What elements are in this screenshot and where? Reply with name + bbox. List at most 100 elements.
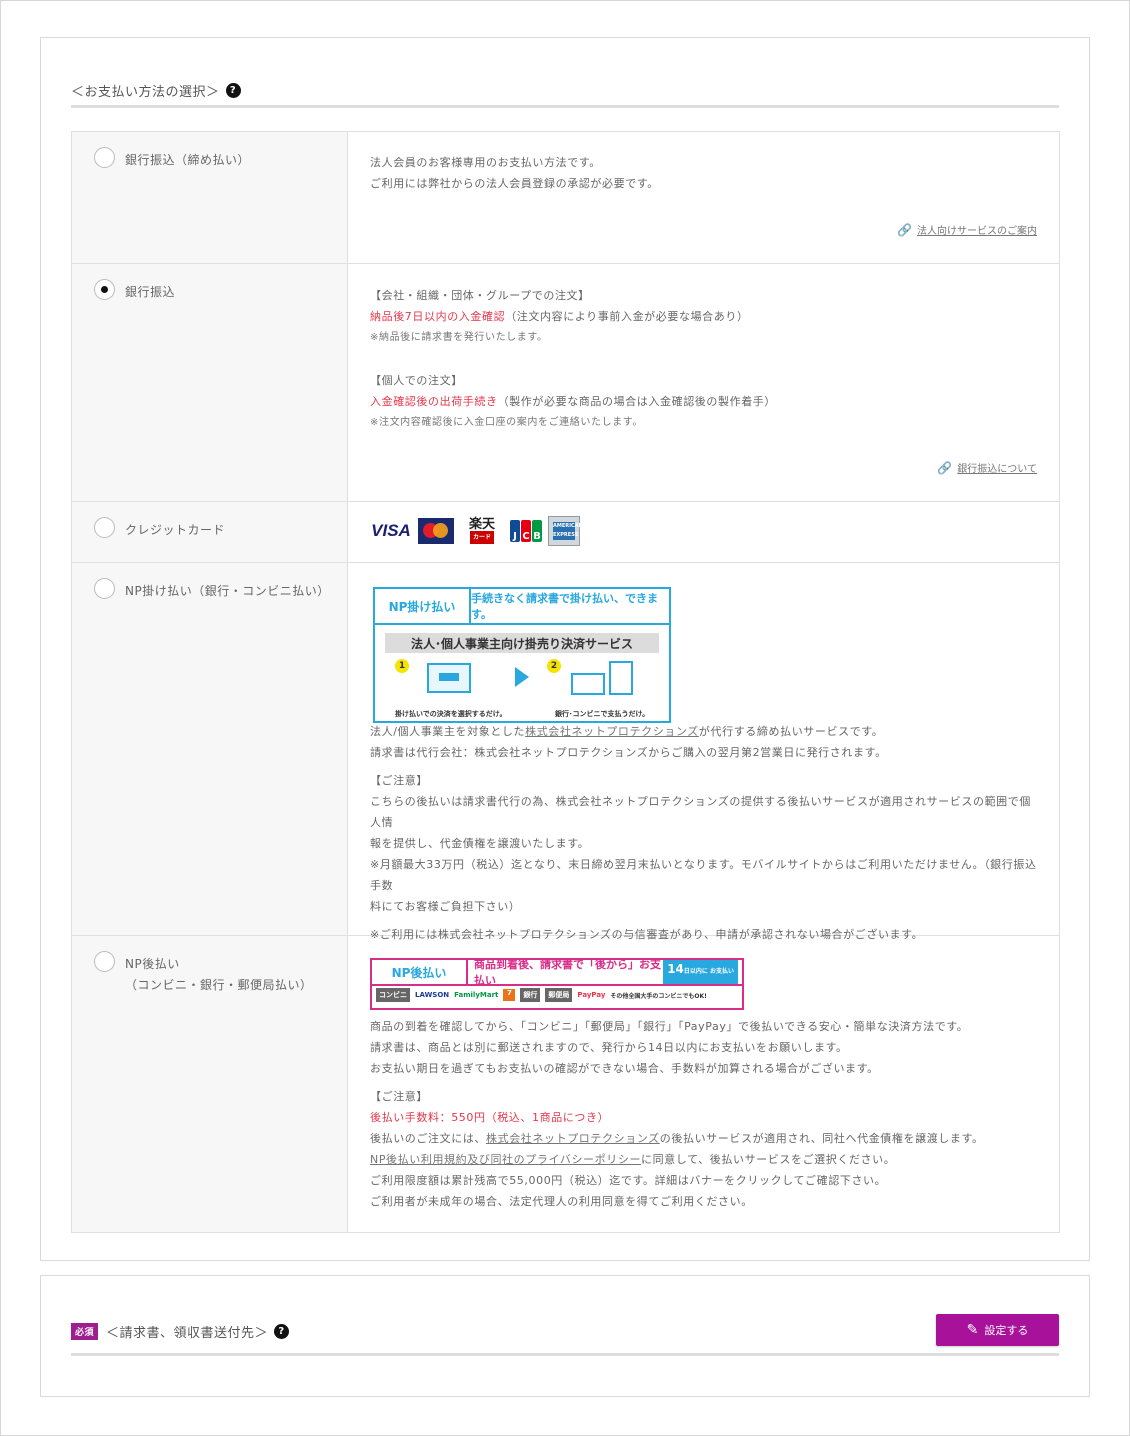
option-description-cell: 【会社・組織・団体・グループでの注文】 納品後7日以内の入金確認（注文内容により… [348,264,1059,501]
set-button[interactable]: ✎ 設定する [936,1314,1059,1346]
seven-eleven-logo: 7 [503,989,516,1001]
notice-title: 【ご注意】 [370,774,428,787]
link-text[interactable]: 法人向けサービスのご案内 [917,222,1037,237]
highlight-text: 入金確認後の出荷手続き [370,395,498,408]
payment-options-table: 銀行振込（締め払い） 法人会員のお客様専用のお支払い方法です。 ご利用には弊社か… [71,131,1060,1233]
radio-np-atobarai[interactable]: NP後払い （コンビニ・銀行・郵便局払い） [94,951,347,996]
notice-line: ご利用者が未成年の場合、法定代理人の利用同意を得てご利用ください。 [370,1195,753,1208]
np-service-bar: 法人･個人事業主向け掛売り決済サービス [385,633,659,653]
notice-title: 【ご注意】 [370,1090,428,1103]
monitor-icon [427,663,471,693]
group-title: 【会社・組織・団体・グループでの注文】 [370,289,590,302]
notice-line: こちらの後払いは請求書代行の為、株式会社ネットプロテクションズの提供する後払いサ… [370,795,1031,829]
radio-bank-closing[interactable]: 銀行振込（締め払い） [94,147,347,171]
np-atobarai-catch: 商品到着後、請求書で「後から」お支払い [474,958,661,987]
group-title: 【個人での注文】 [370,374,463,387]
payment-option-np-atobarai: NP後払い （コンビニ・銀行・郵便局払い） NP後払い 商品到着後、請求書で「後… [72,935,1059,1232]
familymart-logo: FamilyMart [454,991,499,999]
notice-line: 料にてお客様ご負担下さい） [370,900,521,913]
notice-text: に同意して、後払いサービスをご選択ください。 [641,1153,896,1166]
help-icon[interactable]: ? [274,1324,290,1339]
other-convenience-text: その他全国大手のコンビニでもOK! [610,992,707,1000]
radio-label: 銀行振込（締め払い） [125,153,251,167]
convenience-tag: コンビニ [376,988,410,1002]
radio-button[interactable] [94,517,115,538]
required-badge: 必須 [71,1323,99,1340]
jcb-c: C [521,520,531,542]
payment-section-title: ＜お支払い方法の選択＞ ? [71,81,241,100]
radio-label: NP後払い （コンビニ・銀行・郵便局払い） [125,954,313,996]
card-brand-logos: VISA 楽天 カード J C B AMERICAN EXPRESS [370,516,1037,546]
description-text: が代行する締め払いサービスです。 [698,725,884,738]
invoice-section-title: 必須 ＜請求書、領収書送付先＞ ? [71,1322,290,1341]
set-button-label: 設定する [984,1324,1029,1337]
link-icon: 🔗 [897,222,912,237]
description-text: 法人/個人事業主を対象とした [370,725,526,738]
netprotections-link[interactable]: 株式会社ネットプロテクションズ [486,1132,660,1145]
option-label-cell: NP掛け払い（銀行・コンビニ払い） [72,563,348,935]
np-steps: 1 2 掛け払いでの決済を選択するだけ。 銀行･コンビニで支払うだけ。 [375,653,669,718]
days-badge: 14日以内に お支払い [663,960,738,984]
radio-button[interactable] [94,147,115,168]
description-line: 請求書は代行会社：株式会社ネットプロテクションズからご購入の翌月第2営業日に発行… [370,746,887,759]
mastercard-logo [418,518,454,544]
notice-line: ※月額最大33万円（税込）迄となり、末日締め翌月末払いとなります。モバイルサイト… [370,858,1037,892]
option-label-cell: NP後払い （コンビニ・銀行・郵便局払い） [72,936,348,1232]
np-atobarai-banner[interactable]: NP後払い 商品到着後、請求書で「後から」お支払い 14日以内に お支払い コン… [370,958,744,1010]
np-catchcopy: 手続きなく請求書で掛け払い、できます。 [471,592,658,621]
jcb-b: B [532,520,542,542]
step-1-badge: 1 [395,659,409,673]
notice-text: の後払いサービスが適用され、同社へ代金債権を譲渡します。 [659,1132,984,1145]
np-atobarai-logo: NP後払い [372,960,468,984]
radio-button[interactable] [94,578,115,599]
envelope-icon [571,673,605,695]
netprotections-link[interactable]: 株式会社ネットプロテクションズ [525,725,699,738]
radio-credit-card[interactable]: クレジットカード [94,517,347,541]
bank-tag: 銀行 [520,988,541,1002]
radio-button[interactable] [94,951,115,972]
radio-button-checked[interactable] [94,279,115,300]
pencil-icon: ✎ [966,1322,979,1338]
days-number: 14 [667,962,684,976]
option-description-cell: VISA 楽天 カード J C B AMERICAN EXPRESS [348,502,1059,562]
radio-label-line1: NP後払い [125,957,180,971]
radio-bank-transfer[interactable]: 銀行振込 [94,279,347,303]
arrow-right-icon [515,667,529,687]
days-caption: 日以内に お支払い [683,968,734,975]
payment-option-bank-closing: 銀行振込（締め払い） 法人会員のお客様専用のお支払い方法です。 ご利用には弊社か… [72,132,1059,263]
visa-logo: VISA [371,521,411,540]
radio-label: NP掛け払い（銀行・コンビニ払い） [125,584,330,598]
notice-line: ご利用限度額は累計残高で55,000円（税込）迄です。詳細はバナーをクリックして… [370,1174,887,1187]
radio-label-line2: （コンビニ・銀行・郵便局払い） [125,978,313,992]
option-label-cell: クレジットカード [72,502,348,562]
help-icon[interactable]: ? [225,83,241,98]
step-2-badge: 2 [547,659,561,673]
note-text: ※注文内容確認後に入金口座の案内をご連絡いたします。 [370,417,643,428]
description-line: ご利用には弊社からの法人会員登録の承認が必要です。 [370,177,659,190]
invoice-section-title-text: ＜請求書、領収書送付先＞ [106,1326,269,1341]
rakuten-card-logo: 楽天 カード [460,518,504,544]
corporate-service-link[interactable]: 🔗 法人向けサービスのご案内 [897,222,1037,238]
invoice-destination-panel: 必須 ＜請求書、領収書送付先＞ ? ✎ 設定する [40,1275,1090,1397]
link-icon: 🔗 [937,460,953,475]
payment-method-panel: ＜お支払い方法の選択＞ ? 銀行振込（締め払い） 法人会員のお客様専用のお支払い… [40,37,1090,1261]
radio-label: クレジットカード [125,523,226,537]
payment-option-bank-transfer: 銀行振込 【会社・組織・団体・グループでの注文】 納品後7日以内の入金確認（注文… [72,263,1059,501]
step-2-caption: 銀行･コンビニで支払うだけ。 [555,710,650,718]
np-kakebarai-banner[interactable]: NP掛け払い 手続きなく請求書で掛け払い、できます。 法人･個人事業主向け掛売り… [373,587,671,723]
option-label-cell: 銀行振込 [72,264,348,501]
jcb-logo: J C B [510,518,542,544]
fee-text: 後払い手数料：550円（税込、1商品につき） [370,1111,610,1124]
radio-np-kakebarai[interactable]: NP掛け払い（銀行・コンビニ払い） [94,578,347,602]
description-line: 商品の到着を確認してから、「コンビニ」「郵便局」「銀行」「PayPay」で後払い… [370,1020,969,1033]
highlight-text: 納品後7日以内の入金確認 [370,310,506,323]
link-text[interactable]: 銀行振込について [957,460,1037,475]
note-text: ※納品後に請求書を発行いたします。 [370,332,548,343]
radio-label: 銀行振込 [125,285,176,299]
description-line: 法人会員のお客様専用のお支払い方法です。 [370,156,601,169]
option-description-cell: NP掛け払い 手続きなく請求書で掛け払い、できます。 法人･個人事業主向け掛売り… [348,563,1059,941]
payment-option-credit-card: クレジットカード VISA 楽天 カード J C B AMERICAN EXPRE… [72,501,1059,562]
bank-transfer-info-link[interactable]: 🔗 銀行振込について [937,460,1037,476]
terms-privacy-link[interactable]: NP後払い利用規約及び同社のプライバシーポリシー [370,1153,641,1166]
notice-line: 報を提供し、代金債権を譲渡いたします。 [370,837,590,850]
